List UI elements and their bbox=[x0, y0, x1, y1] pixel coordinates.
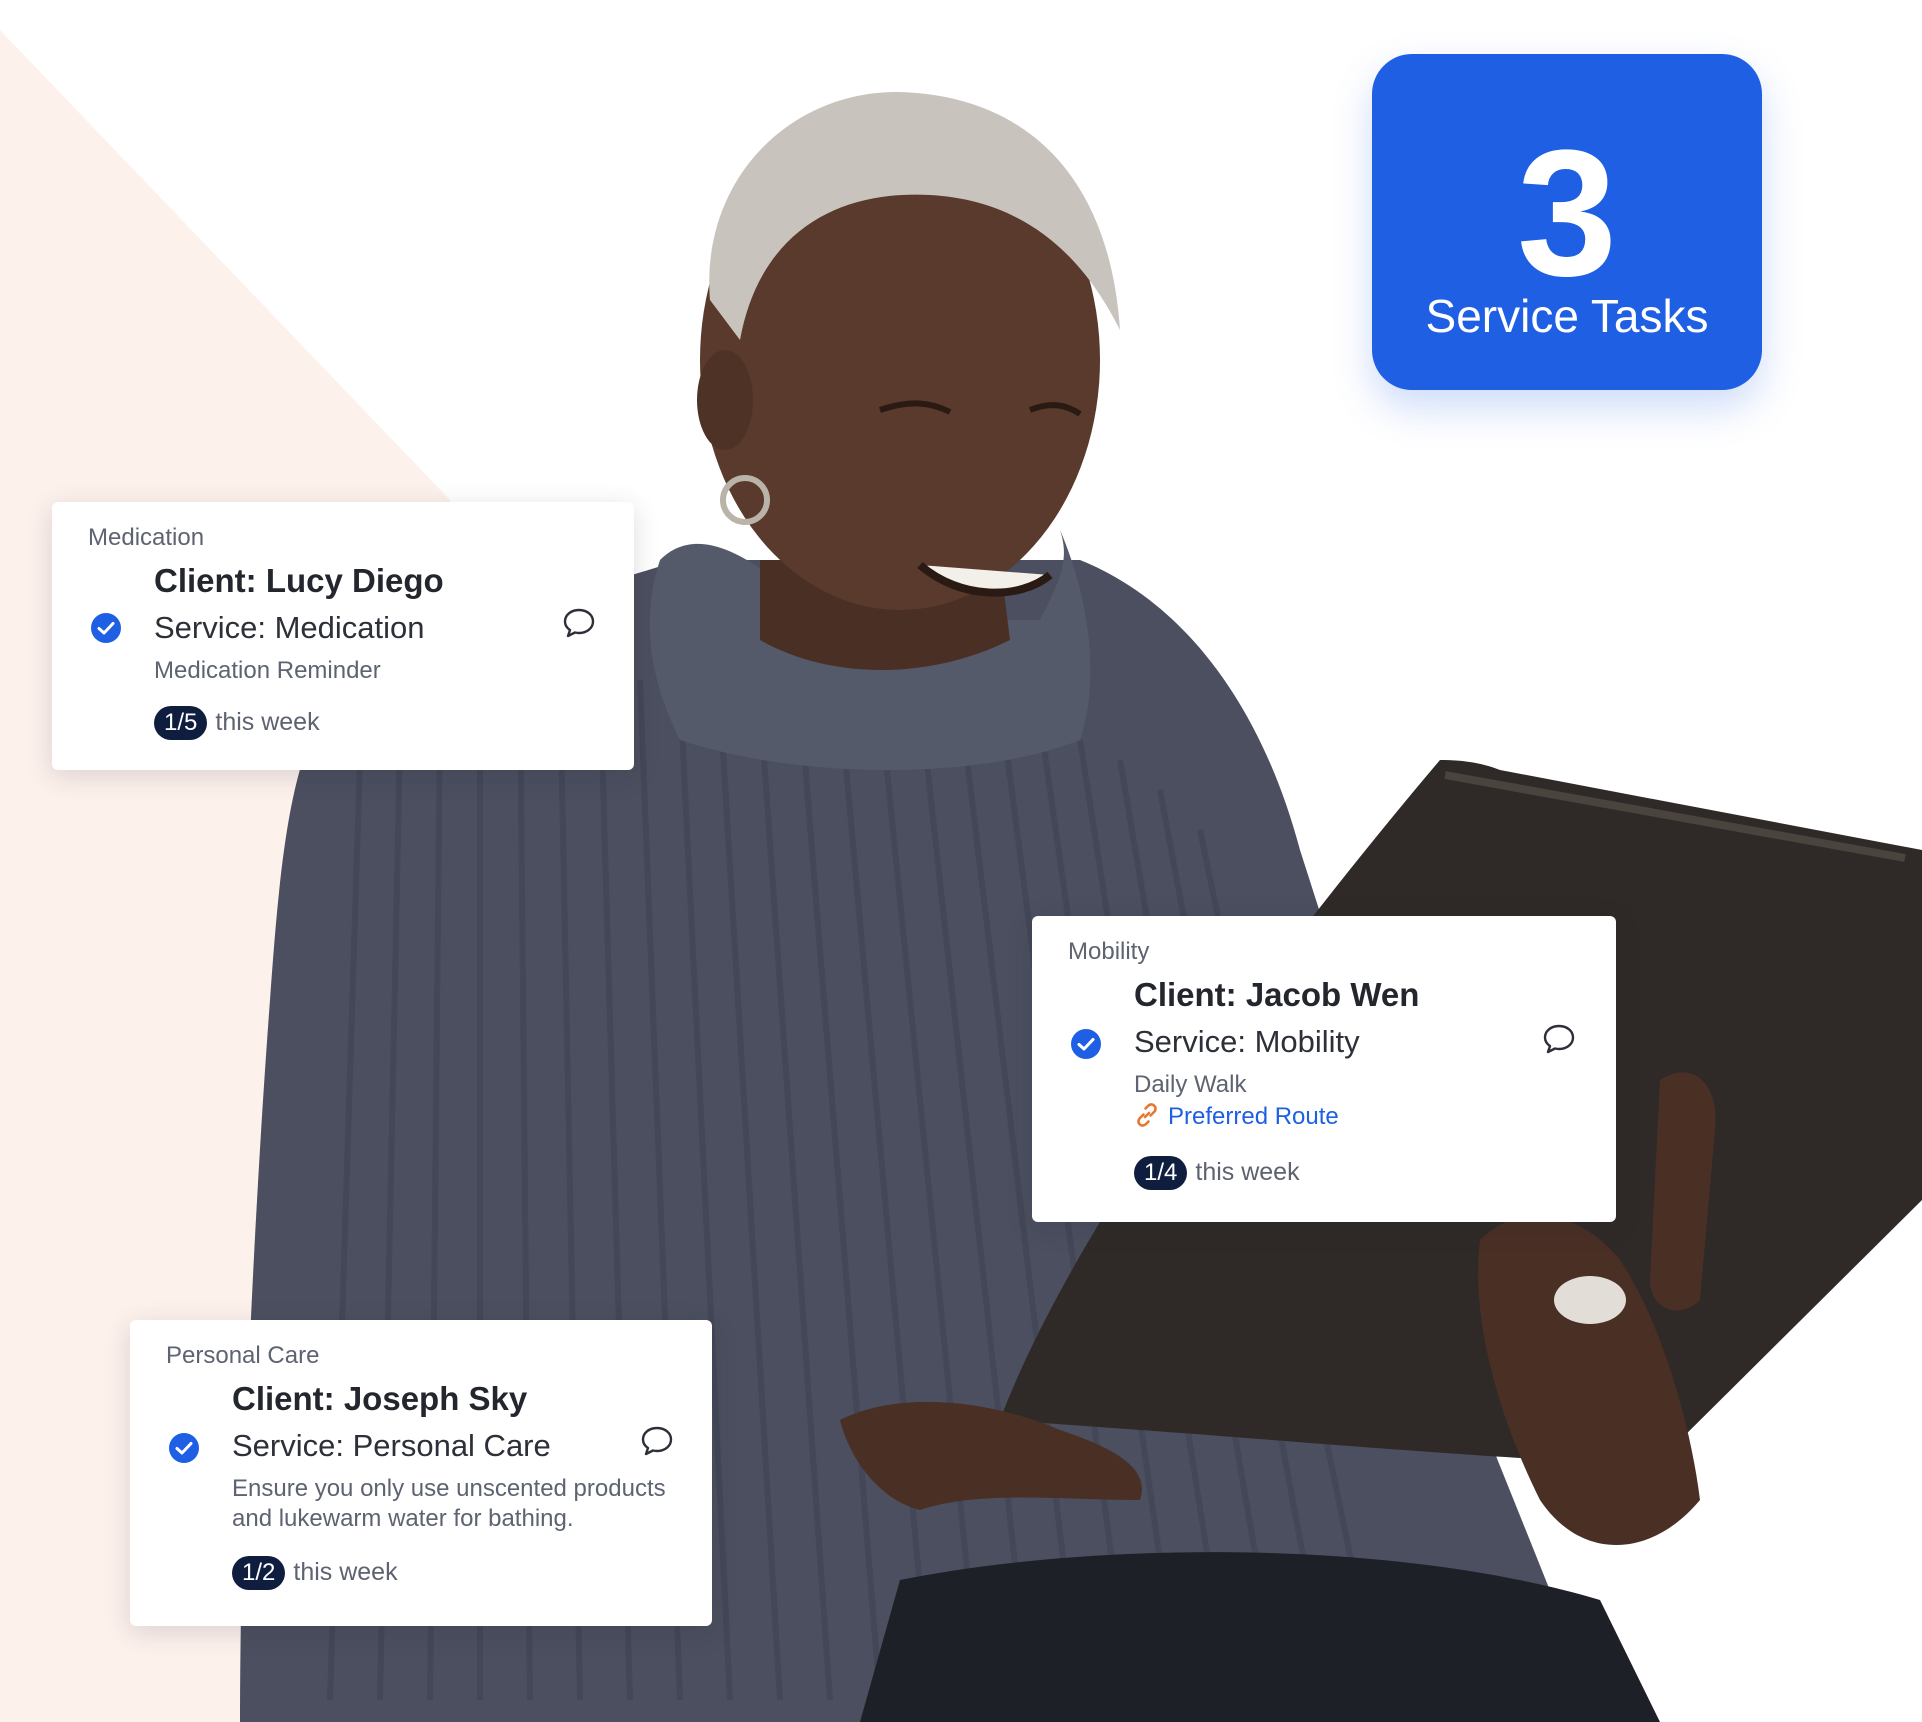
comment-icon[interactable] bbox=[640, 1424, 674, 1458]
task-card-medication[interactable]: Medication Client: Lucy Diego Service: M… bbox=[52, 502, 634, 770]
link-label[interactable]: Preferred Route bbox=[1168, 1103, 1339, 1130]
card-client: Client: Jacob Wen bbox=[1134, 976, 1420, 1013]
comment-icon[interactable] bbox=[1542, 1022, 1576, 1056]
progress-badge: 1/2 bbox=[232, 1556, 286, 1590]
link-icon bbox=[1137, 1103, 1157, 1127]
card-service: Service: Medication bbox=[154, 610, 425, 645]
check-circle-icon[interactable] bbox=[1070, 1028, 1102, 1060]
progress-row: 1/4 this week bbox=[1134, 1156, 1300, 1190]
card-category: Mobility bbox=[1068, 938, 1150, 965]
card-category: Personal Care bbox=[166, 1342, 320, 1369]
card-client: Client: Lucy Diego bbox=[154, 562, 444, 599]
task-card-mobility[interactable]: Mobility Client: Jacob Wen Service: Mobi… bbox=[1032, 916, 1616, 1222]
task-card-personal-care[interactable]: Personal Care Client: Joseph Sky Service… bbox=[130, 1320, 712, 1626]
progress-badge: 1/5 bbox=[154, 706, 208, 740]
card-service: Service: Personal Care bbox=[232, 1428, 551, 1463]
card-note: Medication Reminder bbox=[154, 657, 381, 684]
check-circle-icon[interactable] bbox=[168, 1432, 200, 1464]
check-circle-icon[interactable] bbox=[90, 612, 122, 644]
progress-badge: 1/4 bbox=[1134, 1156, 1188, 1190]
card-service: Service: Mobility bbox=[1134, 1024, 1360, 1059]
card-category: Medication bbox=[88, 524, 205, 551]
progress-row: 1/5 this week bbox=[154, 706, 320, 740]
stat-number: 3 bbox=[1516, 113, 1618, 314]
marketing-hero: 3 Service Tasks Medication Client: Lucy … bbox=[0, 0, 1922, 1722]
progress-suffix: this week bbox=[293, 1558, 398, 1586]
stat-label: Service Tasks bbox=[1425, 290, 1709, 342]
card-note: Ensure you only use unscented products a… bbox=[232, 1475, 666, 1532]
card-client: Client: Joseph Sky bbox=[232, 1380, 528, 1417]
progress-row: 1/2 this week bbox=[232, 1556, 398, 1590]
preferred-route-link[interactable]: Preferred Route bbox=[1134, 1102, 1339, 1131]
card-note: Daily Walk bbox=[1134, 1071, 1247, 1098]
service-tasks-stat-card: 3 Service Tasks bbox=[1372, 54, 1762, 390]
progress-suffix: this week bbox=[1195, 1158, 1300, 1186]
comment-icon[interactable] bbox=[562, 606, 596, 640]
progress-suffix: this week bbox=[215, 708, 320, 736]
